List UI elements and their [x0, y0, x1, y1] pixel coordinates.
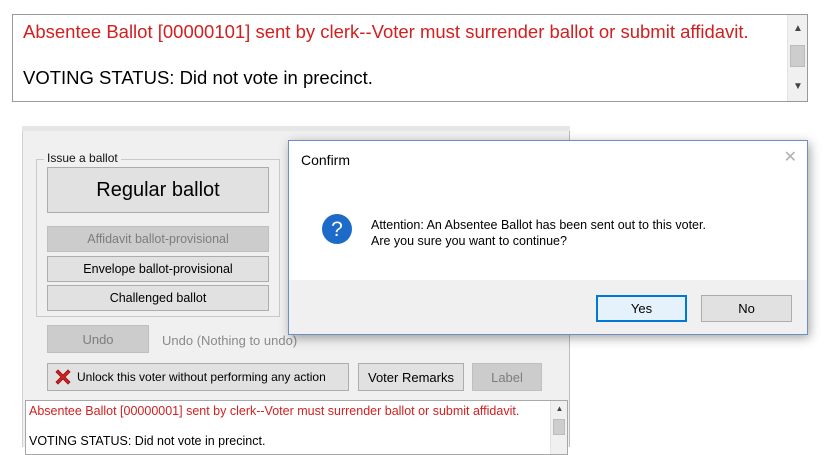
close-icon[interactable]: ✕: [784, 147, 797, 167]
bottom-vertical-scrollbar[interactable]: ▲: [550, 401, 567, 454]
voter-status-textbox[interactable]: Absentee Ballot [00000101] sent by clerk…: [12, 14, 808, 102]
bottom-scroll-up-icon[interactable]: ▲: [551, 403, 567, 415]
scroll-up-icon[interactable]: ▲: [788, 23, 808, 35]
unlock-voter-button[interactable]: Unlock this voter without performing any…: [47, 363, 349, 391]
challenged-ballot-button[interactable]: Challenged ballot: [47, 285, 269, 311]
scroll-thumb[interactable]: [790, 45, 805, 67]
envelope-ballot-button[interactable]: Envelope ballot-provisional: [47, 256, 269, 282]
question-icon: ?: [322, 214, 352, 244]
regular-ballot-button[interactable]: Regular ballot: [47, 167, 269, 213]
undo-button[interactable]: Undo: [47, 325, 149, 353]
absentee-warning-text: Absentee Ballot [00000101] sent by clerk…: [23, 21, 749, 42]
undo-status-text: Undo (Nothing to undo): [162, 333, 298, 348]
dialog-message-line2: Are you sure you want to continue?: [371, 234, 567, 248]
unlock-voter-label: Unlock this voter without performing any…: [77, 370, 326, 384]
vertical-scrollbar[interactable]: ▲ ▼: [787, 15, 807, 101]
svg-text:?: ?: [331, 218, 343, 241]
bottom-status-textbox[interactable]: Absentee Ballot [00000001] sent by clerk…: [25, 400, 568, 455]
issue-ballot-label: Issue a ballot: [44, 151, 121, 165]
bottom-absentee-warning-text: Absentee Ballot [00000001] sent by clerk…: [29, 404, 520, 418]
dialog-title: Confirm: [301, 152, 351, 168]
voting-status-text: VOTING STATUS: Did not vote in precinct.: [23, 67, 373, 88]
bottom-voting-status-text: VOTING STATUS: Did not vote in precinct.: [29, 434, 266, 448]
dialog-message-line1: Attention: An Absentee Ballot has been s…: [371, 218, 706, 232]
confirm-dialog: Confirm ✕ ? Attention: An Absentee Ballo…: [288, 140, 808, 335]
label-button[interactable]: Label: [472, 363, 542, 391]
affidavit-ballot-button[interactable]: Affidavit ballot-provisional: [47, 226, 269, 252]
voter-remarks-button[interactable]: Voter Remarks: [358, 363, 464, 391]
yes-button[interactable]: Yes: [596, 295, 687, 322]
no-button[interactable]: No: [701, 295, 792, 322]
bottom-scroll-thumb[interactable]: [553, 419, 565, 435]
red-x-icon: [55, 369, 71, 385]
scroll-down-icon[interactable]: ▼: [788, 81, 808, 93]
